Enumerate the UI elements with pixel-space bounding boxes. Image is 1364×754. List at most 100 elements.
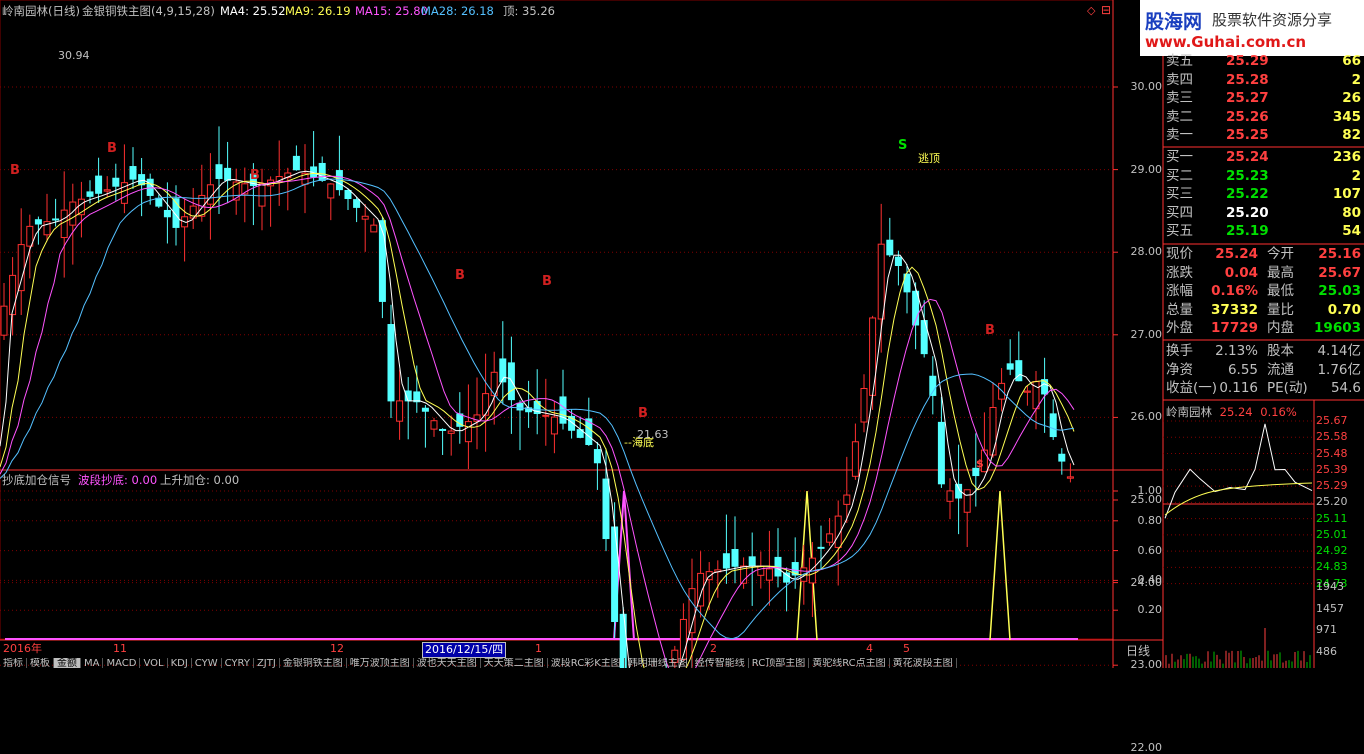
- indicator-tab[interactable]: 指标: [0, 658, 27, 668]
- indicator-tab[interactable]: 金银铜铁主图: [280, 658, 347, 668]
- date-jan: 1: [535, 642, 542, 655]
- stat-label: 换手: [1166, 343, 1193, 359]
- indicator-tab[interactable]: ZJTJ: [254, 658, 280, 668]
- book-volume: 345: [1332, 108, 1361, 125]
- fundamentals: 换手 2.13% 股本 4.14亿 净资 6.55 流通 1.76亿 收益(一) 0.116 PE(…: [1166, 342, 1364, 398]
- indicator-tab[interactable]: MA: [81, 658, 104, 668]
- intraday-vol-label: 486: [1316, 644, 1337, 658]
- candle-body: [34, 219, 42, 225]
- stat-value: 17729: [1211, 320, 1258, 337]
- indicator-tab-bar[interactable]: 指标 模板 金额 MA MACD VOL KDJ CYW CYRY ZJTJ 金银铜铁主图 唯万波顶主…: [0, 658, 1120, 668]
- diamond-icon[interactable]: ◇: [1087, 4, 1095, 17]
- book-row[interactable]: 卖五 25.29 66: [1166, 52, 1364, 71]
- price-tick-label: 27.00: [1130, 327, 1163, 341]
- book-volume: 66: [1342, 53, 1361, 69]
- book-price: 25.22: [1226, 186, 1269, 203]
- dollar-signal: $: [976, 457, 984, 470]
- indicator-tab[interactable]: 波段RC彩K主图: [548, 658, 625, 668]
- indicator-tab[interactable]: 经传智能线: [692, 658, 749, 668]
- stat-value: 2.13%: [1215, 343, 1258, 359]
- indicator-tab[interactable]: 波也天天主图: [414, 658, 481, 668]
- date-apr: 4: [866, 642, 873, 655]
- candle-body: [215, 164, 223, 179]
- date-cursor[interactable]: 2016/12/15/四: [422, 642, 507, 658]
- signal-tick-label: 0.20: [1137, 603, 1163, 617]
- ma15-value: MA15: 25.80: [355, 4, 428, 18]
- candle-body: [292, 155, 300, 171]
- book-volume: 26: [1342, 90, 1361, 107]
- candle-body: [464, 421, 472, 443]
- candle-body: [998, 382, 1006, 400]
- book-price: 25.28: [1226, 71, 1269, 88]
- indicator-tab[interactable]: RC顶部主图: [749, 658, 810, 668]
- book-price: 25.27: [1226, 90, 1269, 107]
- candle-body: [611, 526, 619, 622]
- candle-body: [1023, 390, 1031, 393]
- indicator-tab[interactable]: 黄驼线RC点主图: [809, 658, 890, 668]
- indicator-tab[interactable]: CYRY: [222, 658, 254, 668]
- intraday-tick-label: 25.58: [1316, 430, 1348, 444]
- high-price-label: 30.94: [58, 49, 90, 62]
- book-row[interactable]: 买三 25.22 107: [1166, 185, 1364, 204]
- book-price: 25.23: [1226, 167, 1269, 184]
- candle-body: [413, 391, 421, 403]
- book-label: 买三: [1166, 186, 1193, 203]
- period-label[interactable]: 日线: [1126, 642, 1150, 659]
- book-row[interactable]: 卖一 25.25 82: [1166, 126, 1364, 145]
- candle-body: [516, 402, 524, 411]
- indicator-tab[interactable]: 天天策二主图: [481, 658, 548, 668]
- intraday-header[interactable]: 岭南园林 25.24 0.16%: [1166, 404, 1297, 420]
- signal-tick-label: 0.60: [1137, 543, 1163, 557]
- sub-indicator-name[interactable]: 抄底加仓信号: [2, 472, 71, 488]
- ma4-value: MA4: 25.52: [220, 4, 286, 18]
- indicator-tab[interactable]: 金额: [54, 658, 81, 668]
- indicator-tab[interactable]: 模板: [27, 658, 54, 668]
- candle-body: [826, 533, 834, 543]
- quote-stats: 现价 25.24 今开 25.16 涨跌 0.04 最高 25.67 涨幅 0.16% 最低 25.0…: [1166, 245, 1364, 338]
- candle-body: [817, 546, 825, 549]
- indicator-tab[interactable]: 黄花波段主图: [890, 658, 957, 668]
- ask-book: 卖五 25.29 66 卖四 25.28 2 卖三 25.27 26 卖二 25.26 345 卖一 25…: [1166, 52, 1364, 145]
- stock-title: 岭南园林(日线): [2, 4, 80, 18]
- book-row[interactable]: 卖四 25.28 2: [1166, 71, 1364, 90]
- indicator-tab[interactable]: KDJ: [168, 658, 192, 668]
- buy-signal-b: B: [250, 168, 260, 183]
- book-row[interactable]: 买五 25.19 54: [1166, 222, 1364, 241]
- stat-label: 量比: [1267, 301, 1294, 318]
- candle-body: [894, 256, 902, 266]
- candle-body: [361, 215, 369, 220]
- book-row[interactable]: 买二 25.23 2: [1166, 167, 1364, 186]
- indicator-tab[interactable]: VOL: [140, 658, 168, 668]
- intraday-vol-label: 1943: [1316, 580, 1344, 593]
- candle-body: [318, 162, 326, 181]
- candle-body: [1066, 476, 1074, 479]
- stat-value: 0.16%: [1211, 283, 1258, 300]
- stat-row: 外盘 17729 内盘 19603: [1166, 319, 1364, 338]
- book-row[interactable]: 卖二 25.26 345: [1166, 108, 1364, 127]
- stat-value: 54.6: [1330, 380, 1361, 397]
- indicator-tab[interactable]: 韩明珊线主图: [625, 658, 692, 668]
- indicator-tab[interactable]: CYW: [192, 658, 222, 668]
- candle-body: [550, 416, 558, 435]
- indicator-tab[interactable]: 唯万波顶主图: [347, 658, 414, 668]
- expand-icon[interactable]: ⊟: [1101, 3, 1111, 17]
- book-volume: 2: [1351, 71, 1361, 88]
- candle-body: [989, 406, 997, 456]
- stat-value: 25.67: [1318, 264, 1361, 281]
- intraday-pct: 0.16%: [1260, 405, 1297, 419]
- candle-body: [843, 494, 851, 505]
- book-row[interactable]: 买四 25.20 80: [1166, 204, 1364, 223]
- stat-label: 今开: [1267, 246, 1294, 262]
- brand-url: www.Guhai.com.cn: [1145, 33, 1307, 51]
- book-row[interactable]: 卖三 25.27 26: [1166, 89, 1364, 108]
- sell-signal-s: S: [898, 138, 908, 153]
- stat-value: 25.03: [1318, 283, 1361, 300]
- book-row[interactable]: 买一 25.24 236: [1166, 148, 1364, 167]
- indicator-tab[interactable]: MACD: [103, 658, 141, 668]
- signal-tick-label: 0.80: [1137, 513, 1163, 527]
- candle-body: [765, 568, 773, 581]
- buy-signal-b: B: [107, 141, 117, 156]
- indicator-name[interactable]: 金银铜铁主图(4,9,15,28): [82, 3, 215, 19]
- sea-bottom-label: --海底: [624, 436, 654, 449]
- candle-body: [860, 387, 868, 423]
